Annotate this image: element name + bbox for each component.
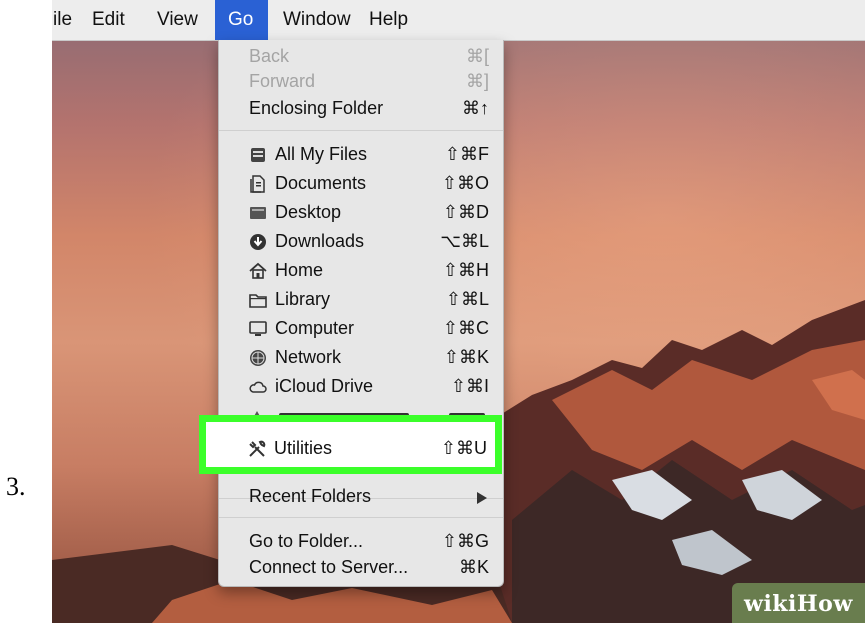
menu-item-back: Back ⌘[ xyxy=(249,46,489,66)
menu-item-network[interactable]: Network ⇧⌘K xyxy=(219,344,503,372)
menubar-window[interactable]: Window xyxy=(268,0,360,40)
utilities-icon xyxy=(249,440,266,457)
submenu-arrow-icon xyxy=(477,492,487,504)
computer-icon xyxy=(249,321,267,336)
cloud-icon xyxy=(249,381,267,393)
menubar-edit[interactable]: Edit xyxy=(86,0,142,40)
network-icon xyxy=(250,350,266,366)
menu-bar: ile Edit View Go Window Help xyxy=(52,0,865,41)
menu-separator xyxy=(219,130,503,131)
mac-desktop: ile Edit View Go Window Help Back ⌘[ For… xyxy=(52,0,865,623)
home-icon xyxy=(249,262,267,279)
menubar-file[interactable]: ile xyxy=(52,0,86,40)
downloads-icon xyxy=(250,234,266,250)
menubar-go[interactable]: Go xyxy=(215,0,268,40)
menu-item-downloads[interactable]: Downloads ⌥⌘L xyxy=(219,228,503,256)
menu-item-computer[interactable]: Computer ⇧⌘C xyxy=(219,315,503,343)
step-number: 3. xyxy=(6,472,26,501)
wikihow-watermark: wikiHow xyxy=(732,583,865,623)
menu-item-connect-to-server[interactable]: Connect to Server... ⌘K xyxy=(219,554,503,582)
go-menu: Back ⌘[ Forward ⌘] Enclosing Folder ⌘↑ A… xyxy=(218,40,504,587)
menu-item-recent-folders[interactable]: Recent Folders xyxy=(219,483,503,511)
menubar-view[interactable]: View xyxy=(142,0,212,40)
menu-separator xyxy=(219,517,503,518)
menu-item-library[interactable]: Library ⇧⌘L xyxy=(219,286,503,314)
desktop-icon xyxy=(250,207,266,219)
menu-item-forward: Forward ⌘] xyxy=(249,71,489,91)
menu-item-enclosing-folder[interactable]: Enclosing Folder ⌘↑ xyxy=(219,95,503,123)
menu-item-documents[interactable]: Documents ⇧⌘O xyxy=(219,170,503,198)
menubar-help[interactable]: Help xyxy=(360,0,430,40)
all-my-files-icon xyxy=(251,148,265,162)
library-folder-icon xyxy=(249,294,267,308)
menu-item-home[interactable]: Home ⇧⌘H xyxy=(219,257,503,285)
menu-item-go-to-folder[interactable]: Go to Folder... ⇧⌘G xyxy=(219,528,503,556)
menu-item-all-my-files[interactable]: All My Files ⇧⌘F xyxy=(219,141,503,169)
menu-item-desktop[interactable]: Desktop ⇧⌘D xyxy=(219,199,503,227)
menu-item-utilities[interactable]: Utilities ⇧⌘U xyxy=(218,435,498,463)
documents-icon xyxy=(250,175,265,193)
menu-item-icloud-drive[interactable]: iCloud Drive ⇧⌘I xyxy=(219,373,503,401)
utilities-callout-box: Utilities ⇧⌘U xyxy=(199,415,502,474)
